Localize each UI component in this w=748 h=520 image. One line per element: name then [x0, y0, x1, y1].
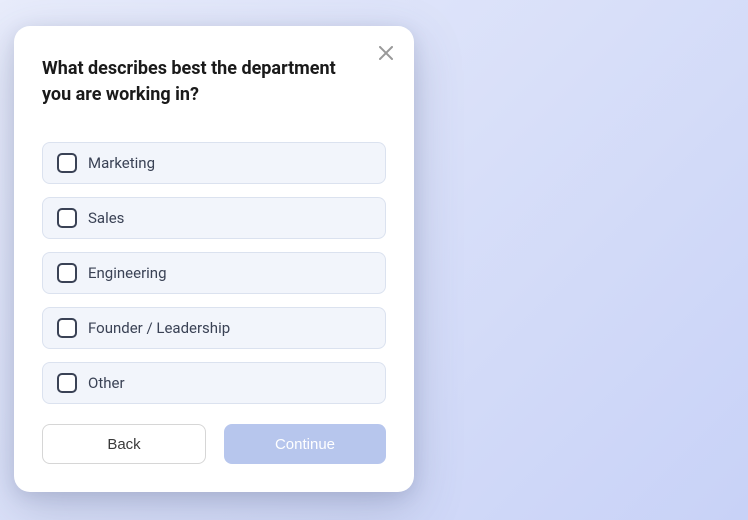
checkbox[interactable]: [57, 153, 77, 173]
close-icon: [379, 46, 393, 63]
checkbox[interactable]: [57, 318, 77, 338]
option-label: Other: [88, 374, 125, 392]
option-other[interactable]: Other: [42, 362, 386, 404]
checkbox[interactable]: [57, 373, 77, 393]
option-engineering[interactable]: Engineering: [42, 252, 386, 294]
checkbox[interactable]: [57, 208, 77, 228]
back-button[interactable]: Back: [42, 424, 206, 464]
option-label: Sales: [88, 209, 124, 227]
close-button[interactable]: [376, 44, 396, 64]
option-sales[interactable]: Sales: [42, 197, 386, 239]
options-list: Marketing Sales Engineering Founder / Le…: [42, 142, 386, 404]
modal-footer: Back Continue: [42, 424, 386, 464]
option-founder-leadership[interactable]: Founder / Leadership: [42, 307, 386, 349]
checkbox[interactable]: [57, 263, 77, 283]
option-label: Engineering: [88, 264, 167, 282]
prompt-title: What describes best the department you a…: [42, 56, 386, 108]
onboarding-modal: What describes best the department you a…: [14, 26, 414, 492]
option-marketing[interactable]: Marketing: [42, 142, 386, 184]
option-label: Founder / Leadership: [88, 319, 230, 337]
option-label: Marketing: [88, 154, 155, 172]
continue-button[interactable]: Continue: [224, 424, 386, 464]
